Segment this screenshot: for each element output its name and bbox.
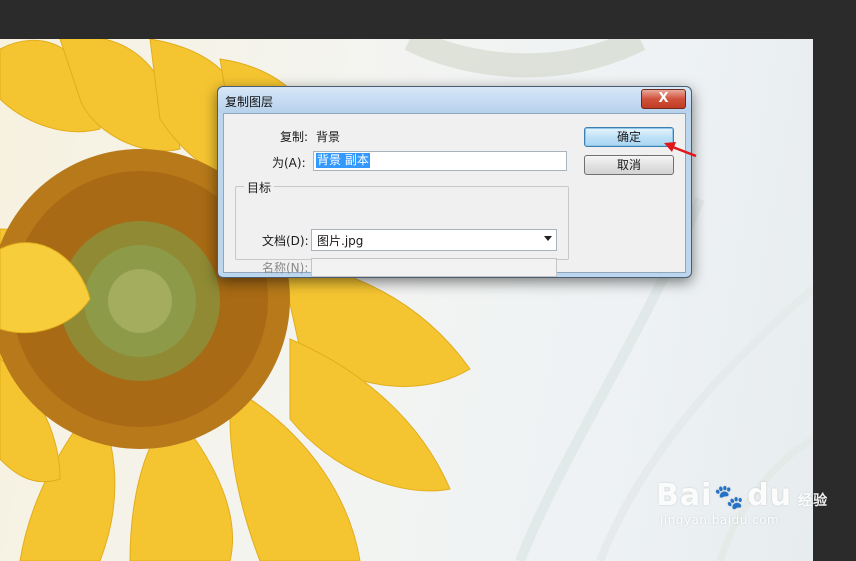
dialog-body: 复制: 背景 为(A): 背景 副本 目标 文档(D): 图片.jpg 名称(N… bbox=[223, 113, 686, 277]
dialog-titlebar[interactable]: 复制图层 X bbox=[218, 87, 691, 113]
duplicate-layer-dialog: 复制图层 X 复制: 背景 为(A): 背景 副本 目标 文档(D): 图片.j… bbox=[217, 86, 692, 278]
watermark-logo-right: du bbox=[747, 478, 793, 513]
watermark-url: jingyan.baidu.com bbox=[660, 513, 780, 527]
paw-icon: 🐾 bbox=[714, 483, 746, 511]
document-label: 文档(D): bbox=[262, 234, 309, 248]
baidu-watermark: Bai🐾du 经验 jingyan.baidu.com bbox=[656, 478, 828, 527]
annotation-arrow-icon bbox=[664, 142, 697, 158]
as-input[interactable]: 背景 副本 bbox=[313, 151, 567, 171]
cancel-button-label: 取消 bbox=[616, 158, 641, 172]
chevron-down-icon bbox=[544, 236, 552, 241]
as-label: 为(A): bbox=[272, 156, 306, 170]
close-button[interactable]: X bbox=[641, 89, 686, 109]
copy-label: 复制: bbox=[280, 130, 309, 144]
watermark-logo-left: Bai bbox=[656, 478, 713, 513]
document-select[interactable]: 图片.jpg bbox=[311, 229, 557, 251]
ok-button-label: 确定 bbox=[616, 130, 641, 144]
copy-value: 背景 bbox=[316, 130, 341, 144]
target-group-label: 目标 bbox=[244, 179, 275, 196]
name-label: 名称(N): bbox=[262, 261, 309, 275]
as-input-value: 背景 副本 bbox=[316, 153, 370, 168]
name-input bbox=[311, 258, 557, 277]
dialog-title: 复制图层 bbox=[225, 95, 274, 109]
document-select-value: 图片.jpg bbox=[317, 234, 364, 248]
close-icon: X bbox=[658, 91, 669, 106]
watermark-suffix: 经验 bbox=[798, 493, 829, 509]
